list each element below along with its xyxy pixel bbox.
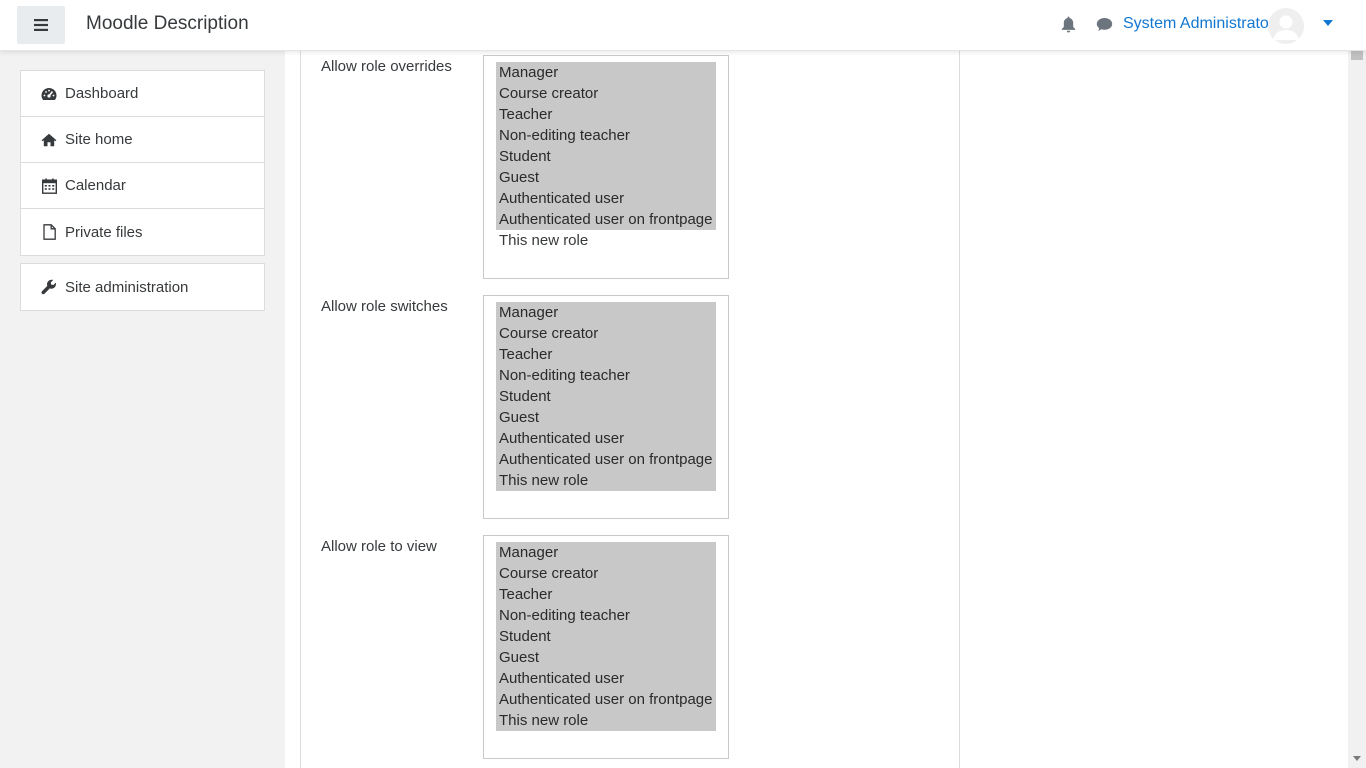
select-option[interactable]: Course creator <box>496 83 716 104</box>
file-icon <box>41 224 57 240</box>
nav-group-admin: Site administration <box>20 263 265 311</box>
select-option[interactable]: This new role <box>496 470 716 491</box>
allow-role-to-view-select[interactable]: Manager Course creator Teacher Non-editing … <box>483 535 729 759</box>
sidebar-item-site-administration[interactable]: Site administration <box>21 264 264 310</box>
select-option[interactable]: Guest <box>496 167 716 188</box>
sidebar-item-site-home[interactable]: Site home <box>21 117 264 163</box>
select-option[interactable]: Non-editing teacher <box>496 125 716 146</box>
user-menu-name[interactable]: System Administrator <box>1123 15 1274 33</box>
sidebar-item-label: Calendar <box>65 177 126 194</box>
site-title[interactable]: Moodle Description <box>86 13 249 35</box>
nav-drawer: Dashboard Site home Calendar Private fil… <box>0 50 285 768</box>
user-avatar-icon <box>1268 8 1304 44</box>
select-option[interactable]: Manager <box>496 62 716 83</box>
allow-role-overrides-select[interactable]: Manager Course creator Teacher Non-editing … <box>483 55 729 279</box>
messages-button[interactable] <box>1096 17 1113 36</box>
select-option[interactable]: Authenticated user <box>496 188 716 209</box>
scroll-down-arrow-icon[interactable] <box>1353 756 1361 761</box>
sidebar-item-label: Site home <box>65 131 133 148</box>
select-option[interactable]: Guest <box>496 407 716 428</box>
sidebar-item-label: Site administration <box>65 278 189 296</box>
select-option[interactable]: Authenticated user on frontpage <box>496 209 716 230</box>
select-option[interactable]: Student <box>496 626 716 647</box>
field-label-allow-role-overrides: Allow role overrides <box>321 58 452 75</box>
top-navbar: Moodle Description System Administrator <box>0 0 1366 51</box>
select-option[interactable]: Teacher <box>496 344 716 365</box>
chat-icon <box>1096 18 1113 31</box>
avatar[interactable] <box>1268 8 1304 44</box>
select-option[interactable]: Non-editing teacher <box>496 605 716 626</box>
sidebar-item-label: Dashboard <box>65 85 139 102</box>
home-icon <box>41 132 57 148</box>
select-option[interactable]: Authenticated user on frontpage <box>496 449 716 470</box>
select-option[interactable]: Guest <box>496 647 716 668</box>
select-option[interactable]: Student <box>496 146 716 167</box>
sidebar-item-private-files[interactable]: Private files <box>21 209 264 255</box>
allow-role-switches-select[interactable]: Manager Course creator Teacher Non-editing … <box>483 295 729 519</box>
field-label-allow-role-switches: Allow role switches <box>321 298 448 315</box>
select-option[interactable]: Teacher <box>496 584 716 605</box>
wrench-icon <box>41 279 57 295</box>
hamburger-menu-button[interactable] <box>17 6 65 44</box>
select-option[interactable]: Authenticated user <box>496 668 716 689</box>
dashboard-icon <box>41 86 57 102</box>
select-option[interactable]: Manager <box>496 542 716 563</box>
select-option[interactable]: Teacher <box>496 104 716 125</box>
notifications-button[interactable] <box>1061 16 1076 37</box>
select-option[interactable]: Non-editing teacher <box>496 365 716 386</box>
select-option[interactable]: Course creator <box>496 323 716 344</box>
main-content: Allow role overrides Manager Course creat… <box>285 50 1348 768</box>
select-option[interactable]: Authenticated user on frontpage <box>496 689 716 710</box>
select-option[interactable]: This new role <box>496 230 716 251</box>
page-scrollbar[interactable] <box>1348 4 1366 768</box>
hamburger-icon <box>34 19 48 31</box>
nav-group-main: Dashboard Site home Calendar Private fil… <box>20 70 265 256</box>
sidebar-item-label: Private files <box>65 223 143 241</box>
select-option[interactable]: Student <box>496 386 716 407</box>
select-option[interactable]: Course creator <box>496 563 716 584</box>
bell-icon <box>1061 16 1076 33</box>
select-option[interactable]: Authenticated user <box>496 428 716 449</box>
field-label-allow-role-to-view: Allow role to view <box>321 538 437 555</box>
sidebar-item-calendar[interactable]: Calendar <box>21 163 264 209</box>
sidebar-item-dashboard[interactable]: Dashboard <box>21 71 264 117</box>
calendar-icon <box>41 178 57 194</box>
user-menu-caret-icon[interactable] <box>1323 20 1333 26</box>
select-option[interactable]: This new role <box>496 710 716 731</box>
select-option[interactable]: Manager <box>496 302 716 323</box>
